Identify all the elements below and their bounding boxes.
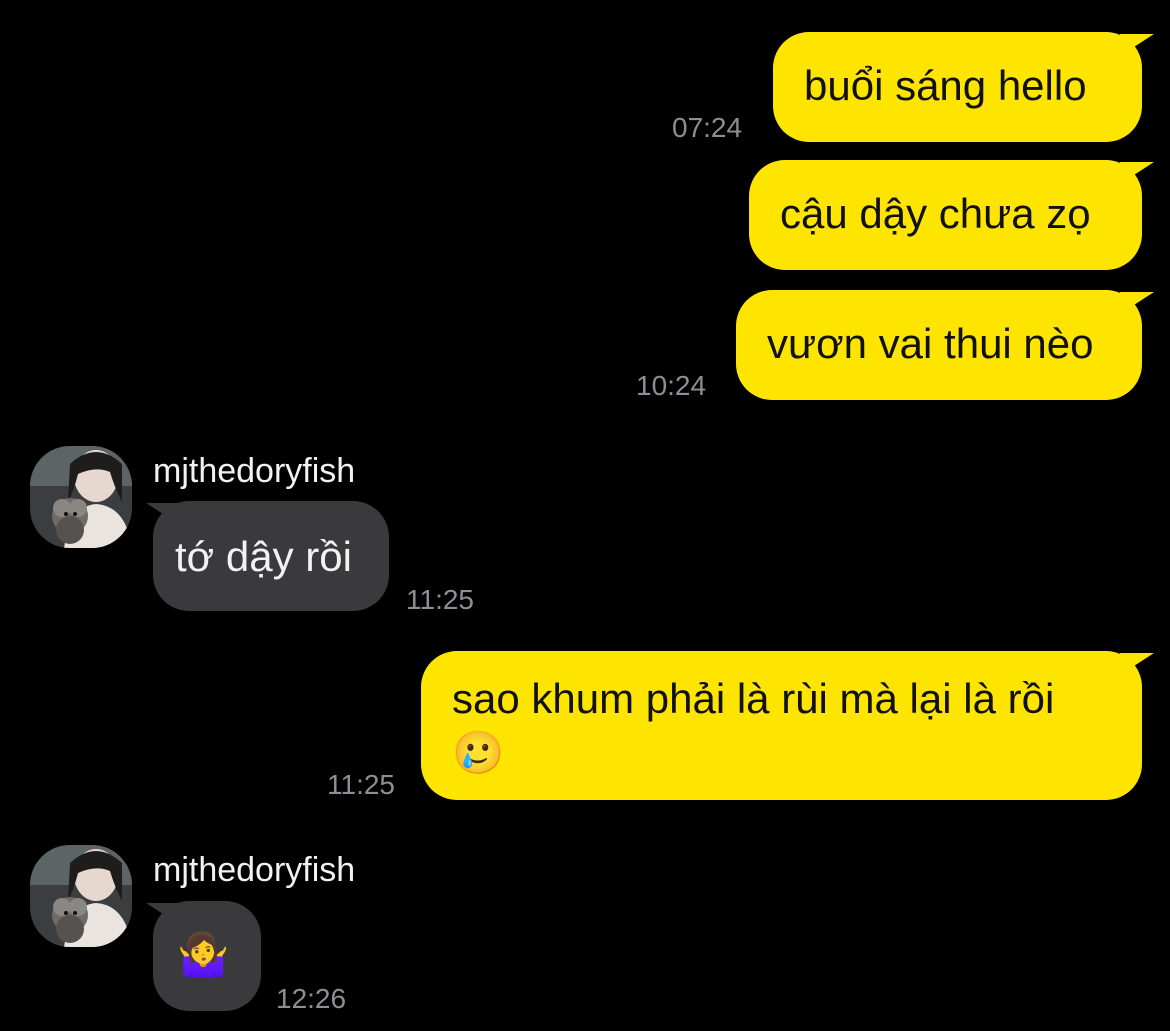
- message-text: cậu dậy chưa zọ: [780, 190, 1091, 237]
- outgoing-message-bubble[interactable]: cậu dậy chưa zọ: [749, 160, 1142, 270]
- outgoing-message-bubble[interactable]: buổi sáng hello: [773, 32, 1142, 142]
- message-timestamp: 11:25: [406, 584, 474, 615]
- message-text: vươn vai thui nèo: [767, 320, 1094, 367]
- avatar[interactable]: [30, 845, 132, 947]
- outgoing-message-bubble[interactable]: vươn vai thui nèo: [736, 290, 1142, 400]
- profile-photo-icon: [30, 845, 132, 947]
- message-text-line: sao khum phải là rùi mà lại là rồi: [452, 675, 1055, 722]
- incoming-message-bubble[interactable]: tớ dậy rồi: [153, 501, 389, 611]
- bubble-tail: [1120, 653, 1154, 675]
- incoming-message-bubble[interactable]: 🤷‍♀️: [153, 901, 261, 1011]
- bubble-tail: [1120, 292, 1154, 314]
- avatar[interactable]: [30, 446, 132, 548]
- sender-name[interactable]: mjthedoryfish: [153, 850, 355, 890]
- message-timestamp: 12:26: [276, 983, 347, 1014]
- bubble-tail: [1120, 162, 1154, 184]
- message-text: tớ dậy rồi: [175, 533, 352, 580]
- outgoing-message-bubble[interactable]: sao khum phải là rùi mà lại là rồi 🥲: [421, 651, 1142, 800]
- message-text: buổi sáng hello: [804, 62, 1087, 109]
- message-emoji: 🥲: [452, 728, 505, 777]
- profile-photo-icon: [30, 446, 132, 548]
- message-timestamp: 11:25: [327, 769, 395, 800]
- message-timestamp: 07:24: [672, 112, 743, 143]
- message-timestamp: 10:24: [636, 370, 707, 401]
- bubble-tail: [1120, 34, 1154, 56]
- sender-name[interactable]: mjthedoryfish: [153, 451, 355, 491]
- message-emoji: 🤷‍♀️: [177, 930, 230, 979]
